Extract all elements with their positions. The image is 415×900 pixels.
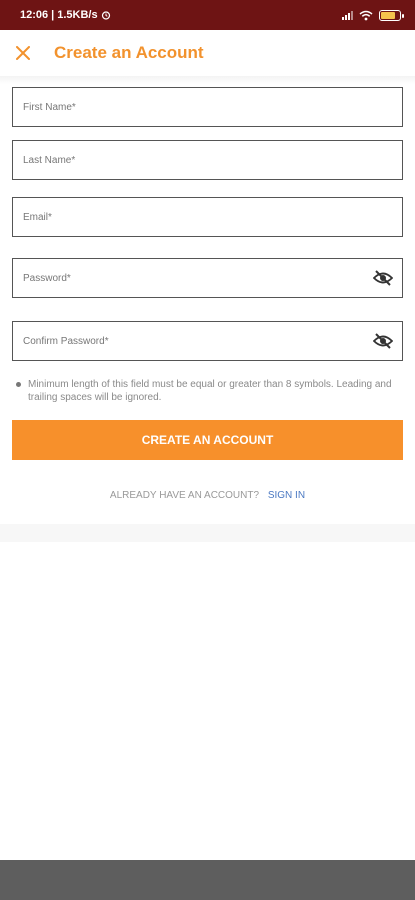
create-account-button[interactable]: CREATE AN ACCOUNT (12, 420, 403, 460)
confirm-password-visibility-toggle[interactable] (364, 322, 402, 360)
eye-off-icon (373, 333, 393, 349)
signin-question: ALREADY HAVE AN ACCOUNT? (109, 490, 260, 501)
status-left: 12:06 | 1.5KB/s (20, 9, 342, 21)
confirm-password-field[interactable] (12, 321, 403, 361)
navigation-bar (0, 860, 415, 900)
last-name-field[interactable] (12, 140, 403, 180)
first-name-input[interactable] (23, 88, 402, 126)
bullet-icon (16, 382, 21, 387)
wifi-icon (359, 10, 373, 20)
status-time: 12:06 (20, 9, 49, 21)
password-hint-text: Minimum length of this field must be equ… (28, 379, 392, 403)
divider-shadow (0, 76, 415, 84)
close-icon (16, 46, 30, 60)
first-name-field[interactable] (12, 87, 403, 127)
page-title: Create an Account (54, 43, 204, 62)
email-field[interactable] (12, 197, 403, 237)
password-input[interactable] (23, 259, 364, 297)
password-field[interactable] (12, 258, 403, 298)
signal-icon (342, 10, 353, 20)
signin-row: ALREADY HAVE AN ACCOUNT? SIGN IN (0, 490, 415, 501)
status-right (342, 9, 404, 21)
close-button[interactable] (0, 30, 46, 76)
password-visibility-toggle[interactable] (364, 259, 402, 297)
alarm-icon (101, 11, 110, 20)
status-bar: 12:06 | 1.5KB/s (0, 0, 415, 30)
app-bar: Create an Account (0, 30, 415, 76)
status-network-speed: 1.5KB/s (57, 9, 98, 21)
confirm-password-input[interactable] (23, 322, 364, 360)
eye-off-icon (373, 270, 393, 286)
form-bottom-shade (0, 524, 415, 542)
signin-link[interactable]: SIGN IN (268, 490, 305, 501)
last-name-input[interactable] (23, 141, 402, 179)
email-input[interactable] (23, 198, 402, 236)
battery-icon (379, 9, 404, 21)
password-hint: Minimum length of this field must be equ… (16, 378, 406, 404)
status-separator: | (51, 9, 55, 21)
